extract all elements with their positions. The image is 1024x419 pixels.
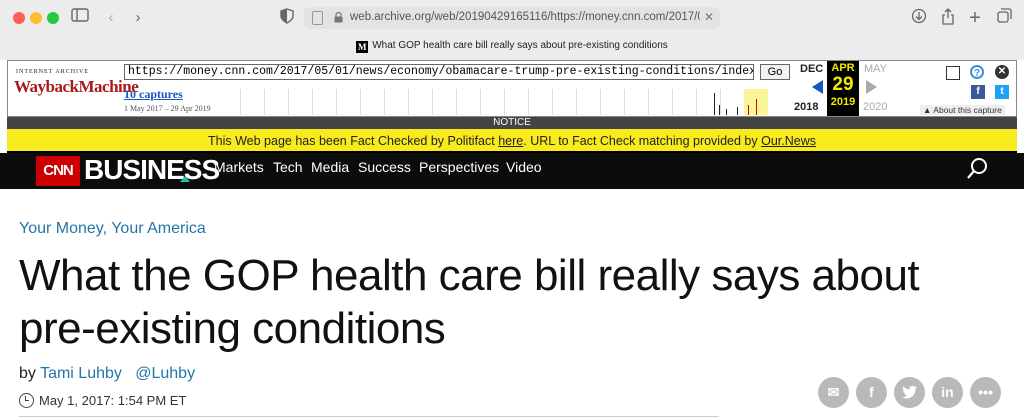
favicon-icon: M [356,41,369,53]
notice-text: . URL to Fact Check matching provided by [523,134,762,148]
twitter-icon[interactable]: t [995,85,1009,99]
capture-bar [719,105,720,115]
section-kicker[interactable]: Your Money, Your America [19,220,206,238]
capture-sparkline[interactable] [240,89,768,115]
business-logo[interactable]: BUSINESS [84,155,220,185]
new-tab-icon[interactable]: + [965,8,985,28]
politifact-link[interactable]: here [498,134,523,148]
clock-icon [19,393,34,408]
notice-heading: NOTICE [7,117,1017,129]
next-capture-arrow-icon [866,80,877,94]
wayback-logo-caption: INTERNET ARCHIVE [16,69,90,75]
fact-check-notice: This Web page has been Fact Checked by P… [7,129,1017,153]
nav-video[interactable]: Video [506,159,542,175]
search-icon[interactable] [966,157,988,181]
lock-icon [334,12,343,23]
minimize-window-button[interactable] [30,12,42,24]
current-capture-date: APR 29 2019 [827,61,859,116]
capture-bar [737,107,738,115]
nav-perspectives[interactable]: Perspectives [419,159,499,175]
byline-prefix: by [19,365,36,382]
wayback-go-button[interactable]: Go [760,64,790,80]
publish-timestamp: May 1, 2017: 1:54 PM ET [19,393,186,408]
linkedin-icon[interactable]: in [932,377,963,408]
screen-capture-icon[interactable] [946,66,960,80]
captures-range: 1 May 2017 – 29 Apr 2019 [124,104,211,113]
logo-accent [180,176,190,182]
privacy-shield-icon[interactable] [277,8,297,28]
facebook-icon[interactable]: f [971,85,985,99]
capture-bar [748,105,749,115]
prev-month-link[interactable]: DEC [800,63,823,75]
author-link[interactable]: Tami Luhby [40,365,122,382]
wayback-logo[interactable]: WaybackMachine [14,77,139,97]
sidebar-icon[interactable] [70,8,90,28]
prev-capture-arrow-icon[interactable] [812,80,823,94]
prev-year-link[interactable]: 2018 [794,101,818,113]
tab-overview-icon[interactable] [994,8,1014,28]
tab-title[interactable]: M What GOP health care bill really says a… [0,40,1024,53]
clear-url-icon[interactable]: ✕ [704,10,714,24]
forward-arrow-icon[interactable]: › [128,8,148,28]
cnn-logo[interactable]: CNN [36,156,80,186]
site-header: CNN BUSINESS Markets Tech Media Success … [0,153,1024,189]
nav-markets[interactable]: Markets [214,159,264,175]
close-window-button[interactable] [13,12,25,24]
back-arrow-icon[interactable]: ‹ [101,8,121,28]
article-headline: What the GOP health care bill really say… [19,251,920,353]
capture-bar [756,99,757,115]
zoom-window-button[interactable] [47,12,59,24]
more-icon[interactable]: ••• [970,377,1001,408]
ournews-link[interactable]: Our.News [761,134,816,148]
nav-media[interactable]: Media [311,159,349,175]
close-toolbar-icon[interactable]: ✕ [995,65,1009,79]
next-month-label: MAY [864,63,888,75]
facebook-icon[interactable]: f [856,377,887,408]
notice-text: This Web page has been Fact Checked by P… [208,134,499,148]
email-icon[interactable]: ✉ [818,377,849,408]
wayback-toolbar: INTERNET ARCHIVE WaybackMachine https://… [7,60,1017,117]
address-text: web.archive.org/web/20190429165116/https… [350,11,700,23]
help-icon[interactable]: ? [970,65,984,79]
about-capture-link[interactable]: ▲ About this capture [920,105,1005,115]
address-bar[interactable]: web.archive.org/web/20190429165116/https… [304,7,720,29]
timestamp-text: May 1, 2017: 1:54 PM ET [39,393,187,408]
twitter-icon[interactable] [894,377,925,408]
author-twitter-link[interactable]: @Luhby [135,365,195,382]
download-icon[interactable] [909,8,929,28]
divider [19,416,719,417]
browser-toolbar: ‹ › web.archive.org/web/20190429165116/h… [0,0,1024,60]
byline: by Tami Luhby @Luhby [19,365,195,383]
next-year-label: 2020 [863,101,888,113]
captures-link[interactable]: 10 captures [124,87,183,102]
page-icon [312,11,323,25]
tab-title-text: What GOP health care bill really says ab… [372,40,668,51]
current-year: 2019 [830,96,856,108]
capture-bar [726,109,727,115]
wayback-url-input[interactable]: https://money.cnn.com/2017/05/01/news/ec… [124,64,754,80]
nav-tech[interactable]: Tech [273,159,303,175]
share-icon[interactable] [938,8,958,28]
capture-bar [714,93,715,115]
current-month: APR [831,62,855,74]
current-day: 29 [832,74,854,95]
nav-success[interactable]: Success [358,159,411,175]
